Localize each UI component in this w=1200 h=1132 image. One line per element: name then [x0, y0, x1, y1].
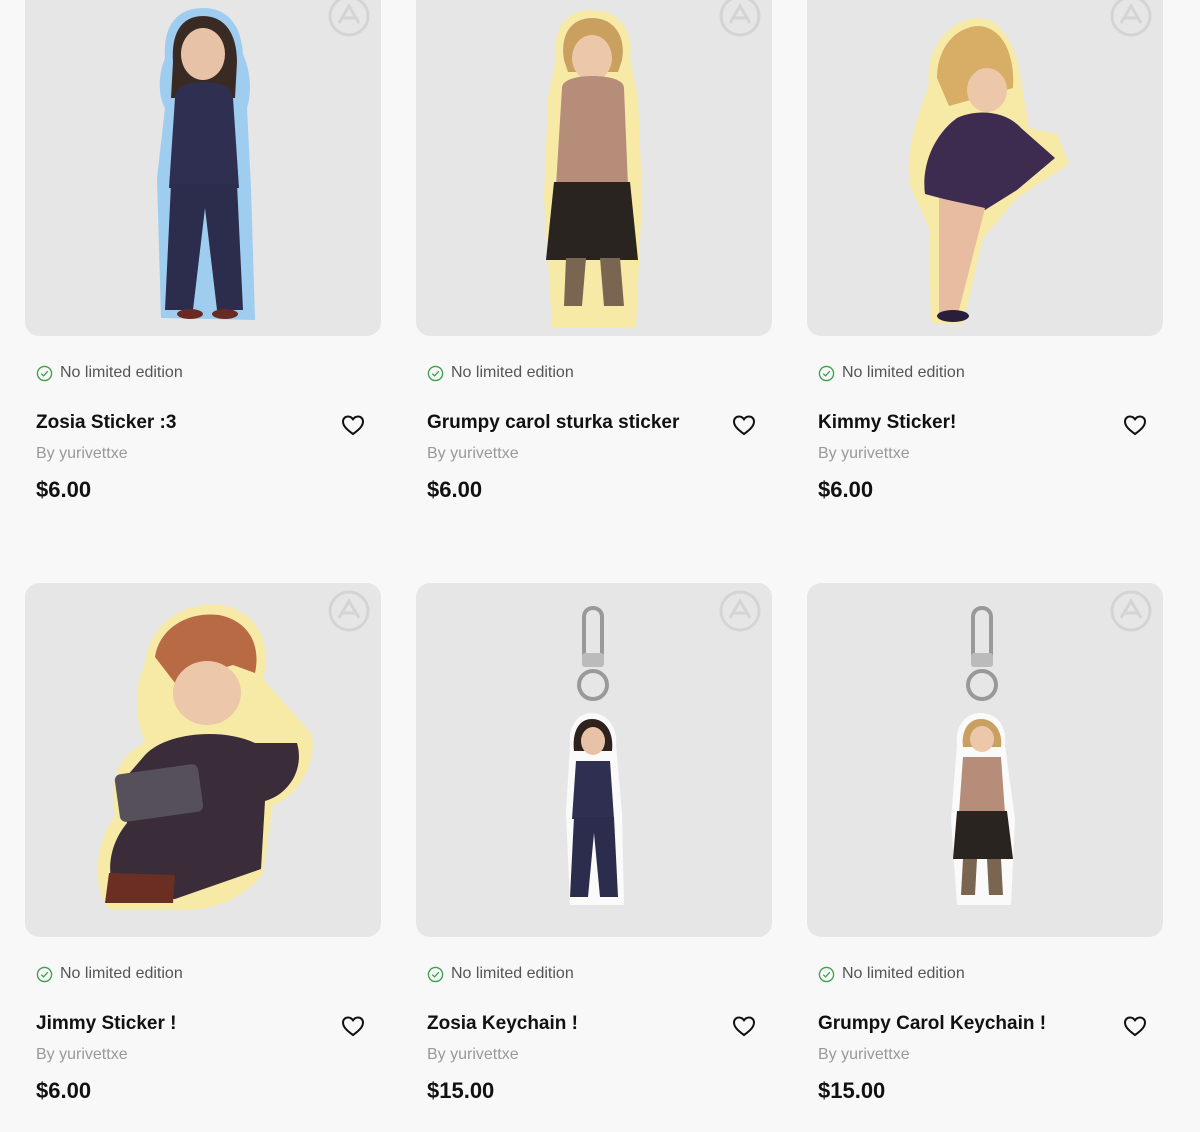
product-title[interactable]: Grumpy Carol Keychain !	[818, 1013, 1118, 1035]
edition-label: No limited edition	[451, 965, 574, 982]
product-image[interactable]	[807, 0, 1163, 336]
edition-label: No limited edition	[842, 364, 965, 381]
heart-icon[interactable]	[732, 414, 756, 436]
edition-status: No limited edition	[427, 364, 574, 382]
check-circle-icon	[818, 365, 835, 381]
product-card[interactable]: No limited edition Zosia Keychain ! By y…	[416, 583, 772, 1103]
product-author[interactable]: By yurivettxe	[818, 445, 910, 463]
check-circle-icon	[427, 365, 444, 381]
product-title[interactable]: Grumpy carol sturka sticker	[427, 412, 727, 434]
sticker-illustration	[157, 8, 255, 320]
product-title[interactable]: Kimmy Sticker!	[818, 412, 1118, 434]
sticker-illustration	[908, 17, 1069, 325]
product-author[interactable]: By yurivettxe	[427, 1046, 519, 1064]
keychain-illustration	[566, 606, 624, 905]
keychain-illustration	[951, 606, 1015, 905]
check-circle-icon	[818, 966, 835, 982]
edition-status: No limited edition	[36, 364, 183, 382]
check-circle-icon	[427, 966, 444, 982]
heart-icon[interactable]	[732, 1015, 756, 1037]
edition-status: No limited edition	[818, 965, 965, 983]
product-image[interactable]	[416, 0, 772, 336]
heart-icon[interactable]	[341, 1015, 365, 1037]
product-price: $6.00	[36, 477, 92, 502]
heart-icon[interactable]	[341, 414, 365, 436]
sticker-illustration	[544, 10, 642, 328]
product-price: $6.00	[427, 477, 483, 502]
product-price: $6.00	[818, 477, 874, 502]
edition-label: No limited edition	[842, 965, 965, 982]
edition-label: No limited edition	[451, 364, 574, 381]
heart-icon[interactable]	[1123, 1015, 1147, 1037]
product-image[interactable]	[25, 0, 381, 336]
product-author[interactable]: By yurivettxe	[818, 1046, 910, 1064]
product-card[interactable]: No limited edition Zosia Sticker :3 By y…	[25, 0, 381, 502]
product-author[interactable]: By yurivettxe	[36, 445, 128, 463]
product-image[interactable]	[807, 583, 1163, 937]
check-circle-icon	[36, 966, 53, 982]
edition-status: No limited edition	[427, 965, 574, 983]
product-image[interactable]	[416, 583, 772, 937]
product-price: $6.00	[36, 1078, 92, 1103]
product-card[interactable]: No limited edition Kimmy Sticker! By yur…	[807, 0, 1163, 502]
product-title[interactable]: Jimmy Sticker !	[36, 1013, 336, 1035]
edition-label: No limited edition	[60, 965, 183, 982]
product-image[interactable]	[25, 583, 381, 937]
heart-icon[interactable]	[1123, 414, 1147, 436]
product-title[interactable]: Zosia Sticker :3	[36, 412, 336, 434]
product-author[interactable]: By yurivettxe	[36, 1046, 128, 1064]
product-price: $15.00	[427, 1078, 495, 1103]
product-grid: No limited edition Zosia Sticker :3 By y…	[0, 0, 1200, 1132]
product-price: $15.00	[818, 1078, 886, 1103]
edition-status: No limited edition	[818, 364, 965, 382]
product-title[interactable]: Zosia Keychain !	[427, 1013, 727, 1035]
check-circle-icon	[36, 365, 53, 381]
edition-label: No limited edition	[60, 364, 183, 381]
product-card[interactable]: No limited edition Grumpy carol sturka s…	[416, 0, 772, 502]
product-card[interactable]: No limited edition Grumpy Carol Keychain…	[807, 583, 1163, 1103]
edition-status: No limited edition	[36, 965, 183, 983]
sticker-illustration	[97, 604, 313, 910]
product-card[interactable]: No limited edition Jimmy Sticker ! By yu…	[25, 583, 381, 1103]
product-author[interactable]: By yurivettxe	[427, 445, 519, 463]
